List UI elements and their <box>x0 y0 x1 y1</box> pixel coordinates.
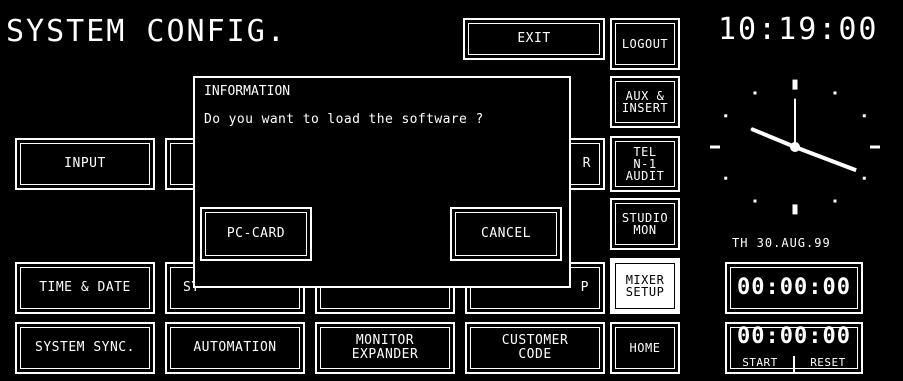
clock-tick-3 <box>870 145 880 149</box>
home-button[interactable]: HOME <box>610 322 680 374</box>
clock-tick-9 <box>710 145 720 149</box>
dialog-message: Do you want to load the software ? <box>204 112 484 127</box>
clock-tick-2 <box>862 114 866 118</box>
clock-hour-hand <box>750 127 797 149</box>
automation-button[interactable]: AUTOMATION <box>165 322 305 374</box>
clock-tick-8 <box>724 176 728 180</box>
timer-display-2[interactable]: 00:00:00 START RESET <box>725 322 863 374</box>
clock-tick-1 <box>833 91 837 95</box>
timer-display-1[interactable]: 00:00:00 <box>725 262 863 314</box>
cancel-button[interactable]: CANCEL <box>450 207 562 261</box>
clock-date: TH 30.AUG.99 <box>732 236 831 250</box>
timer-2-value: 00:00:00 <box>737 324 851 349</box>
exit-button[interactable]: EXIT <box>463 18 605 60</box>
reset-label[interactable]: RESET <box>795 356 861 372</box>
monitor-expander-button[interactable]: MONITOR EXPANDER <box>315 322 455 374</box>
system-sync-button[interactable]: SYSTEM SYNC. <box>15 322 155 374</box>
customer-code-button[interactable]: CUSTOMER CODE <box>465 322 605 374</box>
dialog-title: INFORMATION <box>204 84 291 99</box>
clock-tick-6 <box>792 204 798 215</box>
aux-insert-button[interactable]: AUX & INSERT <box>610 76 680 128</box>
clock-tick-11 <box>753 91 757 95</box>
clock-tick-4 <box>862 176 866 180</box>
clock-time: 10:19:00 <box>718 12 879 47</box>
start-reset-bar: START RESET <box>727 356 861 372</box>
analog-clock-icon <box>710 79 880 215</box>
tel-n1-audit-button[interactable]: TEL N-1 AUDIT <box>610 136 680 192</box>
clock-tick-10 <box>724 114 728 118</box>
start-label[interactable]: START <box>727 356 793 372</box>
clock-tick-7 <box>753 199 757 203</box>
logout-button[interactable]: LOGOUT <box>610 18 680 70</box>
clock-second-hand <box>794 145 857 173</box>
studio-mon-button[interactable]: STUDIO MON <box>610 198 680 250</box>
clock-tick-0 <box>792 79 798 90</box>
page-title: SYSTEM CONFIG. <box>6 14 287 49</box>
mixer-setup-button[interactable]: MIXER SETUP <box>610 258 680 314</box>
input-button[interactable]: INPUT <box>15 138 155 190</box>
pc-card-button[interactable]: PC-CARD <box>200 207 312 261</box>
time-date-button[interactable]: TIME & DATE <box>15 262 155 314</box>
clock-tick-5 <box>833 199 837 203</box>
